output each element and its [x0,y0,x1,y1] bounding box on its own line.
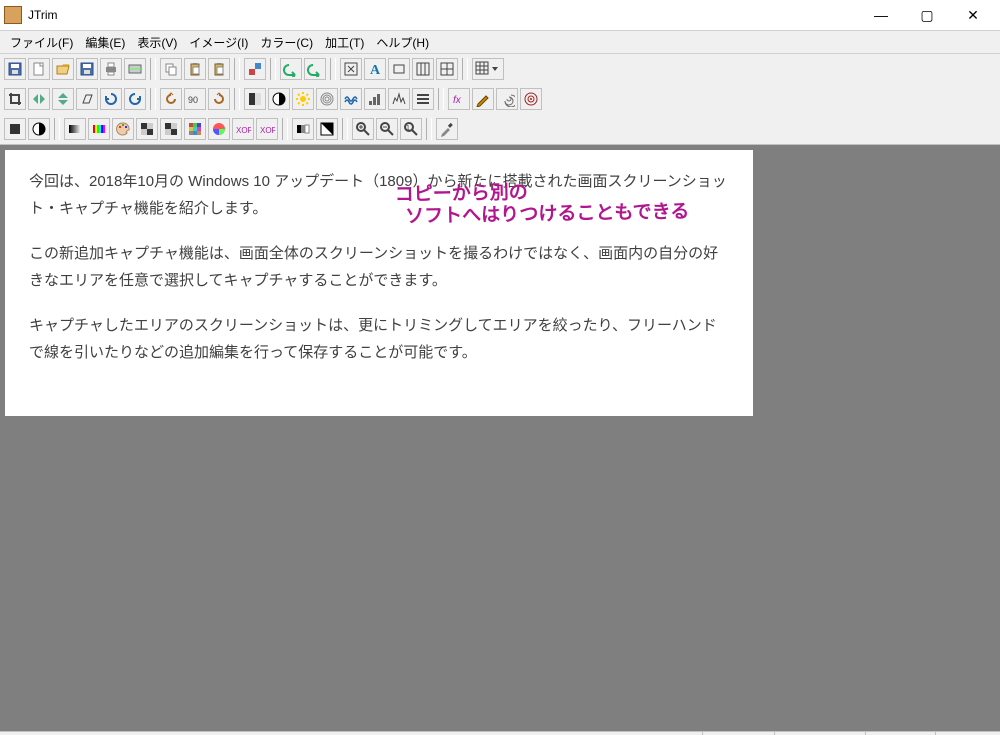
color-picker-icon[interactable] [244,58,266,80]
menu-effect[interactable]: 加工(T) [319,32,370,53]
menu-edit[interactable]: 編集(E) [79,32,131,53]
close-button[interactable]: ✕ [950,0,996,30]
rect-icon[interactable] [388,58,410,80]
canvas-area[interactable]: 今回は、2018年10月の Windows 10 アップデート（1809）から新… [0,145,1000,731]
undo-icon[interactable] [280,58,302,80]
statusbar: 669 , 10 #FFFFFF 763 x 249 100% 24bit [0,731,1000,735]
open-icon[interactable] [52,58,74,80]
rainbow-icon[interactable] [88,118,110,140]
xor-icon[interactable]: XOR [232,118,254,140]
svg-text:XOR: XOR [236,126,251,135]
text-icon[interactable]: A [364,58,386,80]
skew-icon[interactable] [76,88,98,110]
rotate-90r-icon[interactable] [208,88,230,110]
scanner-icon[interactable] [124,58,146,80]
circles-icon[interactable] [316,88,338,110]
checker-icon[interactable] [136,118,158,140]
checker2-icon[interactable] [160,118,182,140]
histogram-icon[interactable] [388,88,410,110]
copy-icon[interactable] [160,58,182,80]
save-disk-icon[interactable] [4,58,26,80]
minimize-button[interactable]: ― [858,0,904,30]
maximize-button[interactable]: ▢ [904,0,950,30]
doc-paragraph-3: キャプチャしたエリアのスクリーンショットは、更にトリミングしてエリアを絞ったり、… [29,312,729,366]
sun-icon[interactable] [292,88,314,110]
image-document[interactable]: 今回は、2018年10月の Windows 10 アップデート（1809）から新… [5,150,753,416]
svg-text:fx: fx [453,95,462,106]
rotate-r-icon[interactable] [124,88,146,110]
toolbar-1: A [0,54,1000,84]
svg-text:XOR: XOR [260,126,275,135]
gradient-icon[interactable] [64,118,86,140]
flip-h-icon[interactable] [28,88,50,110]
levels-icon[interactable] [364,88,386,110]
spiral-icon[interactable] [496,88,518,110]
wave-icon[interactable] [340,88,362,110]
grid3-icon[interactable] [412,58,434,80]
toolbars: A 90 fx XOR XOR 1 [0,54,1000,145]
color-wheel-icon[interactable] [208,118,230,140]
redo-icon[interactable] [304,58,326,80]
toolbar-3: XOR XOR 1 [0,114,1000,144]
titlebar: JTrim ― ▢ ✕ [0,0,1000,31]
new-icon[interactable] [28,58,50,80]
brightness-icon[interactable] [244,88,266,110]
toolbar-2: 90 fx [0,84,1000,114]
app-title: JTrim [28,8,58,22]
invert-icon[interactable] [316,118,338,140]
menubar: ファイル(F) 編集(E) 表示(V) イメージ(I) カラー(C) 加工(T)… [0,31,1000,54]
deg-icon[interactable]: 90 [184,88,206,110]
svg-text:A: A [370,63,381,77]
rotate-l-icon[interactable] [100,88,122,110]
palette-icon[interactable] [112,118,134,140]
handwritten-annotation: コピーから別の ソフトへはりつけることもできる [395,179,690,228]
svg-text:90: 90 [188,95,198,105]
grid-dropdown-icon[interactable] [472,58,504,80]
app-icon [4,6,22,24]
target-icon[interactable] [520,88,542,110]
contrast-icon[interactable] [268,88,290,110]
menu-file[interactable]: ファイル(F) [4,32,79,53]
zoom-in-icon[interactable] [352,118,374,140]
xor2-icon[interactable]: XOR [256,118,278,140]
zoom-out-icon[interactable] [376,118,398,140]
menu-color[interactable]: カラー(C) [254,32,319,53]
paste2-icon[interactable] [208,58,230,80]
grayscale-icon[interactable] [292,118,314,140]
pen-icon[interactable] [472,88,494,110]
fit-icon[interactable] [340,58,362,80]
flip-v-icon[interactable] [52,88,74,110]
doc-paragraph-2: この新追加キャプチャ機能は、画面全体のスクリーンショットを撮るわけではなく、画面… [29,240,729,294]
menu-help[interactable]: ヘルプ(H) [370,32,435,53]
fx-icon[interactable]: fx [448,88,470,110]
zoom-fit-icon[interactable]: 1 [400,118,422,140]
grid4-icon[interactable] [436,58,458,80]
print-icon[interactable] [100,58,122,80]
menu-view[interactable]: 表示(V) [131,32,183,53]
mosaic-icon[interactable] [184,118,206,140]
menu-image[interactable]: イメージ(I) [183,32,254,53]
contrast2-icon[interactable] [28,118,50,140]
paste-icon[interactable] [184,58,206,80]
save-icon[interactable] [76,58,98,80]
square-icon[interactable] [4,118,26,140]
bars-icon[interactable] [412,88,434,110]
rotate-90l-icon[interactable] [160,88,182,110]
eyedropper-icon[interactable] [436,118,458,140]
crop-icon[interactable] [4,88,26,110]
svg-text:1: 1 [406,125,410,132]
